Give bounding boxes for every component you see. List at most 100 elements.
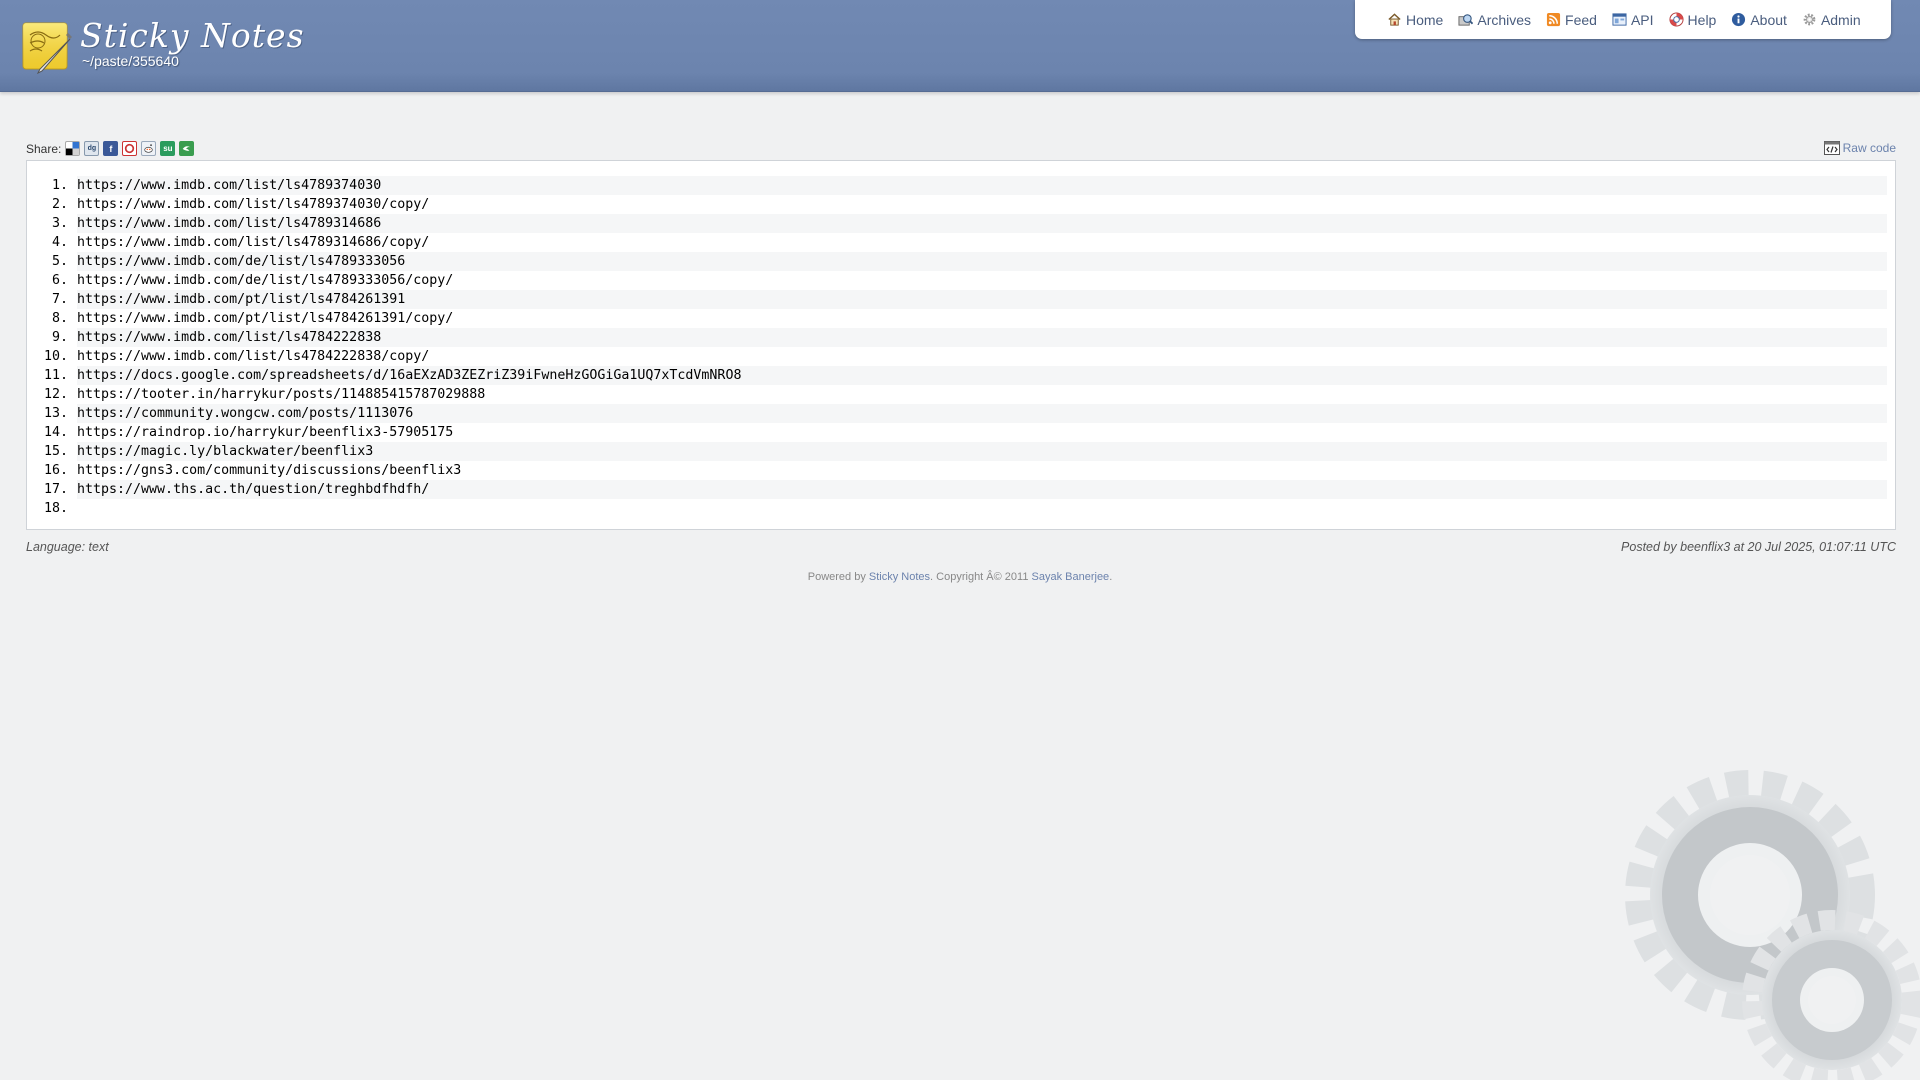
nav-admin-label: Admin (1820, 11, 1861, 28)
line-text[interactable]: https://magic.ly/blackwater/beenflix3 (77, 442, 1887, 461)
technorati-icon[interactable] (122, 141, 138, 156)
line-text[interactable]: https://docs.google.com/spreadsheets/d/1… (77, 366, 1887, 385)
line-number: 3. (51, 216, 68, 231)
line-number: 10. (43, 349, 68, 364)
delicious-icon[interactable] (65, 141, 81, 156)
posted-info: Posted by beenflix3 at 20 Jul 2025, 01:0… (1621, 540, 1896, 554)
raw-code-label: Raw code (1842, 141, 1896, 155)
sticky-notes-link[interactable]: Sticky Notes (869, 571, 930, 583)
line-number: 8. (51, 311, 68, 326)
line-number: 9. (51, 330, 68, 345)
code-line: 3. https://www.imdb.com/list/ls4789314686 (27, 214, 1895, 233)
nav-api[interactable]: API (1612, 12, 1654, 28)
line-number: 1. (51, 178, 68, 193)
nav-archives-label: Archives (1477, 11, 1532, 28)
api-icon (1612, 13, 1627, 26)
line-text[interactable]: https://www.imdb.com/list/ls4789374030 (77, 176, 1887, 195)
line-number: 6. (51, 273, 68, 288)
code-line: 11. https://docs.google.com/spreadsheets/… (27, 366, 1895, 385)
line-text[interactable]: https://www.imdb.com/list/ls4789314686/c… (77, 233, 1887, 252)
line-number: 5. (51, 254, 68, 269)
line-number: 15. (43, 444, 68, 459)
author-link[interactable]: Sayak Banerjee (1032, 571, 1110, 583)
line-number: 14. (43, 425, 68, 440)
line-text[interactable]: https://gns3.com/community/discussions/b… (77, 461, 1887, 480)
line-number: 11. (43, 368, 68, 383)
copyright-text: . Copyright Â© 2011 (930, 571, 1032, 583)
archives-icon (1458, 14, 1474, 26)
code-line: 6. https://www.imdb.com/de/list/ls4789333… (27, 271, 1895, 290)
top-nav: Home Archives Feed API Help About Admin (1355, 0, 1891, 39)
line-text[interactable]: https://community.wongcw.com/posts/11130… (77, 404, 1887, 423)
gears-watermark-icon (1625, 770, 1920, 1080)
powered-by-footer: Powered by Sticky Notes. Copyright Â© 20… (0, 571, 1920, 583)
about-icon (1732, 12, 1746, 27)
language-label: Language: text (26, 540, 109, 554)
line-text[interactable]: https://www.imdb.com/de/list/ls478933305… (77, 252, 1887, 271)
sticky-notes-logo-icon[interactable] (22, 21, 74, 75)
nav-archives[interactable]: Archives (1458, 12, 1531, 28)
nav-api-label: API (1630, 11, 1654, 28)
nav-about-label: About (1750, 11, 1787, 28)
code-line: 7. https://www.imdb.com/pt/list/ls4784261… (27, 290, 1895, 309)
nav-help-label: Help (1687, 11, 1717, 28)
code-line: 18. (27, 499, 1895, 518)
code-line: 14. https://raindrop.io/harrykur/beenflix… (27, 423, 1895, 442)
home-icon (1388, 13, 1401, 26)
share-bar: Share: dg f su (26, 141, 198, 156)
nav-feed-label: Feed (1565, 11, 1597, 28)
nav-help[interactable]: Help (1669, 11, 1717, 28)
code-line: 1. https://www.imdb.com/list/ls4789374030 (27, 176, 1895, 195)
code-line: 17. https://www.ths.ac.th/question/treghb… (27, 480, 1895, 499)
code-line: 15. https://magic.ly/blackwater/beenflix3 (27, 442, 1895, 461)
footer-suffix: . (1109, 571, 1113, 583)
code-line: 5. https://www.imdb.com/de/list/ls4789333… (27, 252, 1895, 271)
help-icon (1669, 12, 1684, 27)
line-text[interactable]: https://www.imdb.com/list/ls4784222838 (77, 328, 1887, 347)
code-line: 8. https://www.imdb.com/pt/list/ls4784261… (27, 309, 1895, 328)
facebook-icon[interactable]: f (103, 141, 119, 156)
nav-home[interactable]: Home (1387, 12, 1443, 28)
code-line: 16. https://gns3.com/community/discussion… (27, 461, 1895, 480)
code-line: 2. https://www.imdb.com/list/ls4789374030… (27, 195, 1895, 214)
code-line: 4. https://www.imdb.com/list/ls4789314686… (27, 233, 1895, 252)
gear-icon (1803, 13, 1816, 26)
powered-prefix: Powered by (807, 571, 869, 583)
raw-code-link[interactable]: Raw code (1823, 141, 1896, 155)
site-title[interactable]: Sticky Notes (80, 16, 305, 55)
line-text[interactable]: https://www.imdb.com/list/ls4789314686 (77, 214, 1887, 233)
digg-icon[interactable]: dg (84, 141, 100, 156)
line-number: 16. (43, 463, 68, 478)
line-number: 17. (43, 482, 68, 497)
line-number: 18. (43, 501, 68, 516)
nav-feed[interactable]: Feed (1546, 12, 1597, 28)
line-text[interactable] (77, 499, 1887, 518)
code-listing: 1. https://www.imdb.com/list/ls4789374030… (26, 160, 1896, 530)
feed-icon (1546, 12, 1561, 27)
line-number: 2. (51, 197, 68, 212)
reddit-icon[interactable] (141, 141, 157, 156)
line-number: 12. (43, 387, 68, 402)
stumbleupon-icon[interactable]: su (160, 141, 176, 156)
line-number: 4. (51, 235, 68, 250)
line-number: 7. (51, 292, 68, 307)
code-line: 9. https://www.imdb.com/list/ls4784222838 (27, 328, 1895, 347)
line-text[interactable]: https://www.ths.ac.th/question/treghbdfh… (77, 480, 1887, 499)
code-view-icon (1823, 141, 1840, 155)
line-text[interactable]: https://www.imdb.com/list/ls4784222838/c… (77, 347, 1887, 366)
header: Sticky Notes ~/paste/355640 Home Archive… (0, 0, 1920, 92)
nav-admin[interactable]: Admin (1802, 12, 1861, 28)
line-text[interactable]: https://www.imdb.com/de/list/ls478933305… (77, 271, 1887, 290)
line-text[interactable]: https://tooter.in/harrykur/posts/1148854… (77, 385, 1887, 404)
code-line: 10. https://www.imdb.com/list/ls478422283… (27, 347, 1895, 366)
line-text[interactable]: https://raindrop.io/harrykur/beenflix3-5… (77, 423, 1887, 442)
line-text[interactable]: https://www.imdb.com/list/ls4789374030/c… (77, 195, 1887, 214)
line-number: 13. (43, 406, 68, 421)
twitter-icon[interactable] (179, 141, 195, 156)
line-text[interactable]: https://www.imdb.com/pt/list/ls478426139… (77, 309, 1887, 328)
line-text[interactable]: https://www.imdb.com/pt/list/ls478426139… (77, 290, 1887, 309)
share-label: Share: (26, 141, 62, 156)
nav-about[interactable]: About (1731, 12, 1787, 28)
code-line: 12. https://tooter.in/harrykur/posts/1148… (27, 385, 1895, 404)
code-line: 13. https://community.wongcw.com/posts/11… (27, 404, 1895, 423)
